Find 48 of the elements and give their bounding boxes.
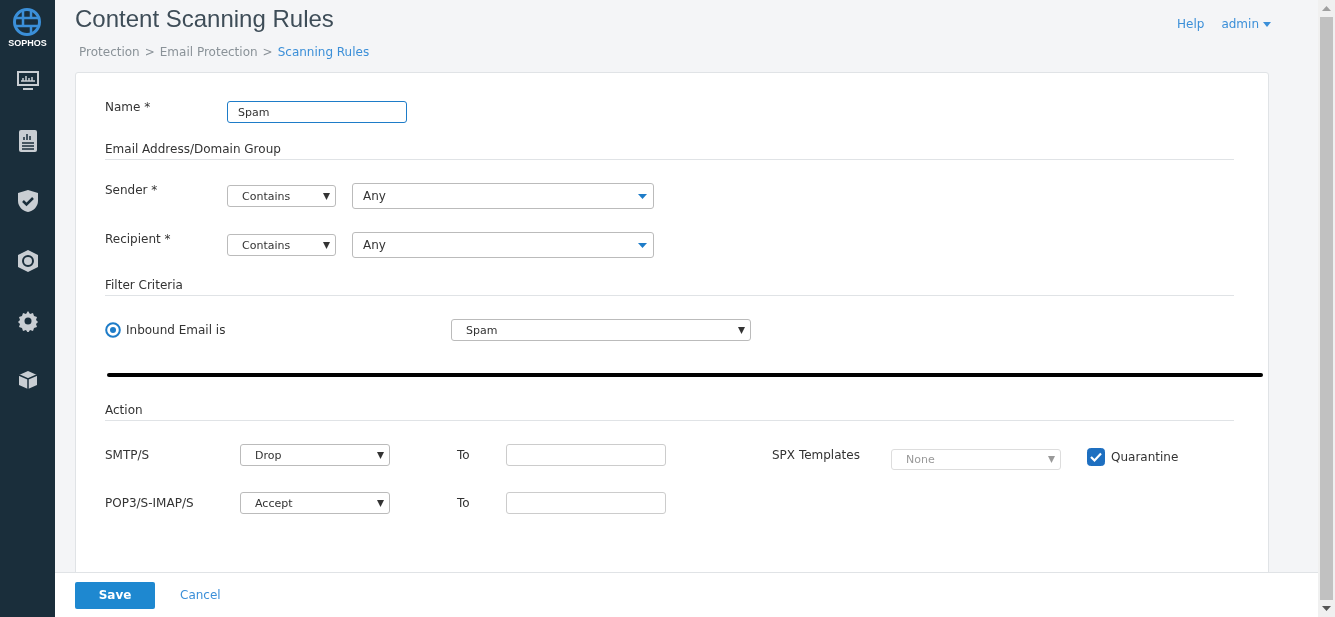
page-title: Content Scanning Rules — [75, 5, 335, 33]
field-label: To — [457, 448, 471, 462]
field-label: POP3/S-IMAP/S — [105, 496, 195, 510]
operator-select[interactable]: Contains — [227, 234, 336, 256]
radio-option[interactable]: Inbound Email is — [105, 322, 451, 338]
cancel-link[interactable]: Cancel — [180, 588, 221, 602]
group-select[interactable]: Any — [352, 232, 654, 258]
caret-icon — [1263, 21, 1271, 27]
hexagon-shield-icon[interactable] — [16, 250, 39, 272]
settings-icon[interactable] — [16, 310, 39, 332]
shield-check-icon[interactable] — [17, 190, 38, 212]
caret-icon — [377, 451, 384, 459]
filter-select[interactable]: Spam — [451, 319, 751, 341]
field-label: Sender * — [105, 183, 159, 197]
name-input[interactable]: Spam — [227, 101, 407, 123]
field-label: To — [457, 496, 471, 510]
caret-icon — [1048, 455, 1055, 463]
section-heading: Filter Criteria — [105, 278, 1234, 296]
report-icon[interactable] — [18, 130, 37, 152]
globe-logo-icon — [12, 7, 43, 37]
action-select[interactable]: Accept — [240, 492, 390, 514]
caret-icon — [638, 193, 647, 199]
to-input[interactable] — [506, 444, 666, 466]
logo-text: SOPHOS — [8, 38, 47, 48]
caret-icon — [738, 326, 745, 334]
monitor-icon[interactable] — [15, 70, 40, 92]
field-label: SPX Templates — [772, 448, 861, 462]
action-select[interactable]: Drop — [240, 444, 390, 466]
caret-icon — [638, 242, 647, 248]
section-heading: Action — [105, 403, 1234, 421]
breadcrumb-separator: > — [262, 45, 273, 59]
operator-select[interactable]: Contains — [227, 185, 336, 207]
scroll-thumb[interactable] — [1320, 17, 1333, 600]
caret-icon — [377, 499, 384, 507]
breadcrumb-separator: > — [144, 45, 155, 59]
caret-icon — [323, 192, 330, 200]
quarantine-checkbox[interactable]: Quarantine — [1087, 447, 1179, 466]
field-label: SMTP/S — [105, 448, 151, 462]
caret-icon — [323, 241, 330, 249]
to-input[interactable] — [506, 492, 666, 514]
box-icon[interactable] — [17, 370, 38, 390]
scroll-down-icon[interactable] — [1322, 606, 1331, 611]
scrollbar[interactable] — [1318, 0, 1335, 617]
save-button[interactable]: Save — [75, 581, 155, 609]
section-heading: Email Address/Domain Group — [105, 142, 1234, 160]
field-label: Recipient * — [105, 232, 172, 246]
group-select[interactable]: Any — [352, 183, 654, 209]
field-label: Name * — [105, 100, 152, 114]
